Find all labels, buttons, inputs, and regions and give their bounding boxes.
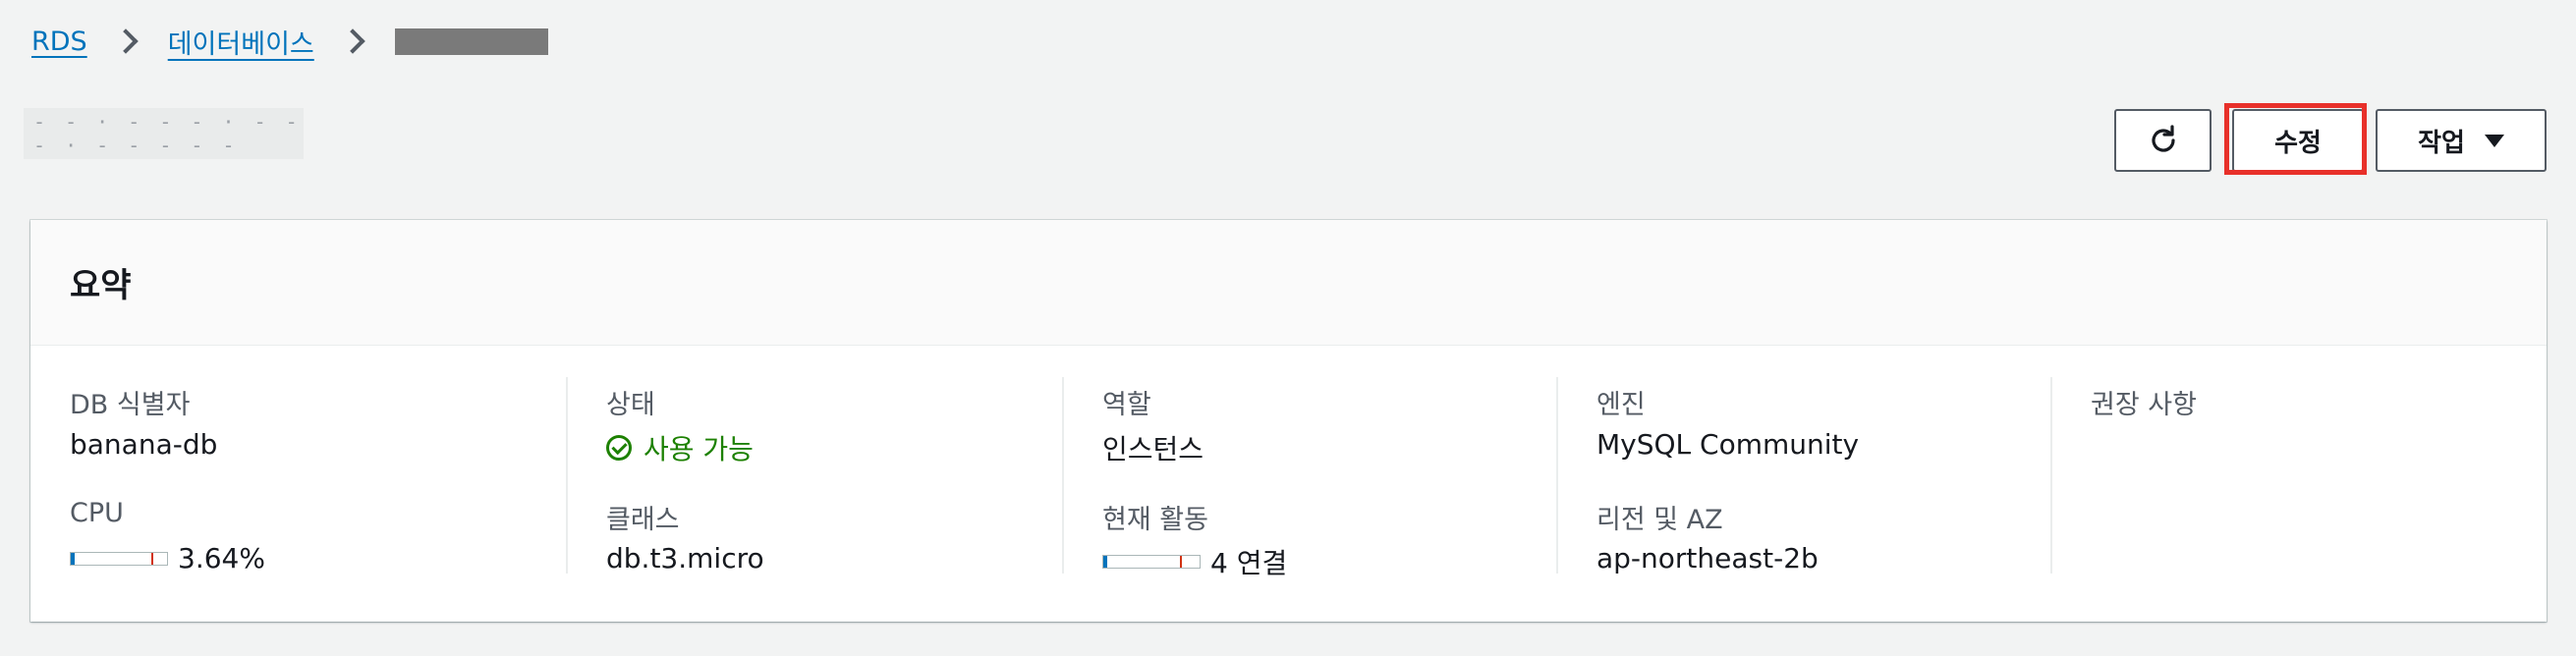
class-label: 클래스 (606, 505, 680, 535)
chevron-right-icon (340, 28, 365, 54)
caret-down-icon (2484, 134, 2504, 147)
cpu-meter-threshold (151, 552, 153, 565)
chevron-right-icon (112, 28, 139, 54)
activity-label: 현재 활동 (1102, 505, 1208, 535)
role-label: 역할 (1102, 390, 1151, 420)
db-identifier-label: DB 식별자 (70, 390, 191, 420)
activity-value-row: 4 연결 (1102, 542, 1287, 581)
cpu-meter-fill (71, 552, 75, 565)
summary-title: 요약 (30, 220, 2547, 346)
refresh-button[interactable] (2114, 109, 2212, 172)
column-divider (566, 377, 568, 574)
cpu-label: CPU (70, 498, 124, 528)
activity-meter-threshold (1180, 556, 1182, 568)
breadcrumb-current-redacted (394, 27, 548, 55)
recommendations-label: 권장 사항 (2091, 390, 2197, 420)
engine-label: 엔진 (1596, 390, 1646, 420)
breadcrumb-rds-link[interactable]: RDS (31, 27, 87, 57)
role-value: 인스턴스 (1102, 433, 1204, 465)
page-title: - - · - - - · - - - · - - - - - (24, 108, 304, 159)
breadcrumb: RDS 데이터베이스 (31, 20, 548, 63)
modify-highlight-box (2224, 103, 2367, 175)
cpu-meter (70, 551, 168, 566)
status-value-row: 사용 가능 (606, 428, 754, 467)
activity-meter-fill (1103, 556, 1107, 568)
summary-card: 요약 DB 식별자 banana-db CPU 3.64% 상태 사용 가능 클… (30, 220, 2547, 622)
column-divider (2050, 377, 2052, 574)
refresh-icon (2151, 125, 2175, 152)
actions-label: 작업 (2418, 128, 2465, 158)
column-divider (1556, 377, 1558, 574)
status-value: 사용 가능 (644, 433, 754, 465)
activity-meter (1102, 555, 1201, 569)
db-identifier-value: banana-db (70, 428, 218, 461)
check-circle-icon (606, 435, 632, 461)
activity-value: 4 연결 (1210, 547, 1288, 579)
cpu-value-row: 3.64% (70, 542, 265, 574)
engine-value: MySQL Community (1596, 428, 1860, 461)
status-label: 상태 (606, 390, 655, 420)
breadcrumb-databases-link[interactable]: 데이터베이스 (168, 23, 314, 61)
class-value: db.t3.micro (606, 542, 764, 574)
actions-dropdown[interactable]: 작업 (2376, 109, 2547, 172)
column-divider (1062, 377, 1064, 574)
cpu-value: 3.64% (178, 542, 265, 574)
region-value: ap-northeast-2b (1596, 542, 1819, 574)
region-label: 리전 및 AZ (1596, 505, 1723, 535)
